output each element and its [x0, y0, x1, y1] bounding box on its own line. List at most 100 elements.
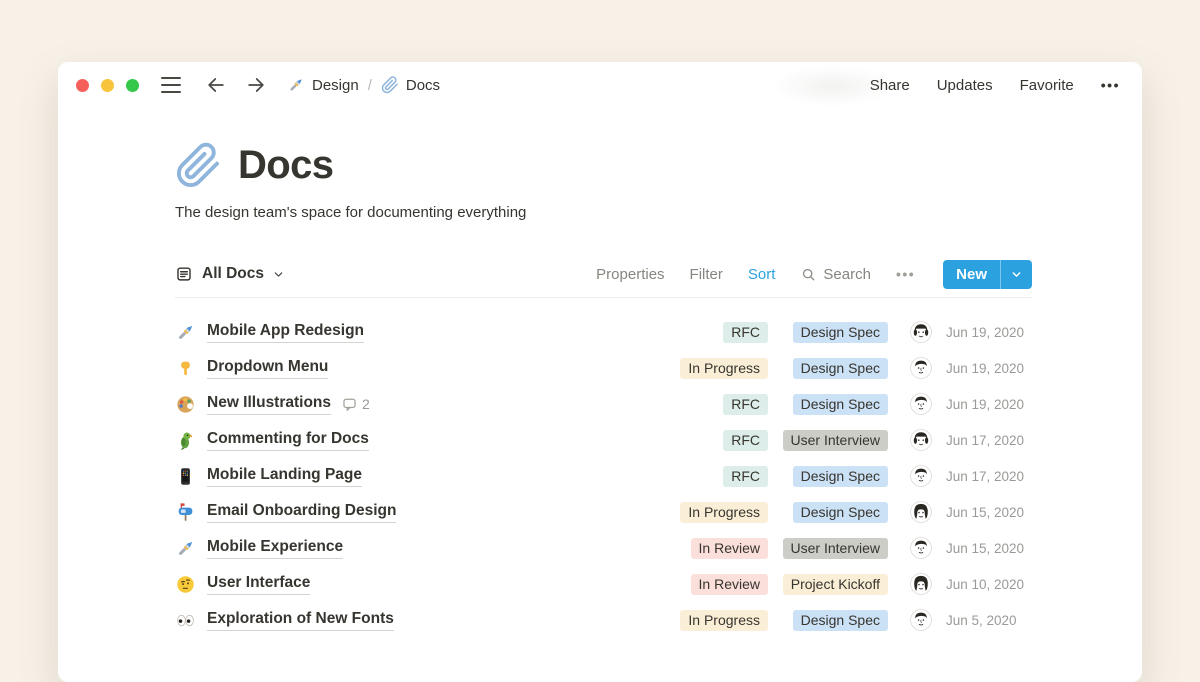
- doc-title-link[interactable]: Dropdown Menu: [207, 358, 328, 379]
- doc-type-cell: Design Spec: [768, 466, 888, 487]
- paperclip-icon: [381, 76, 399, 94]
- row-date: Jun 19, 2020: [946, 397, 1032, 412]
- paintbrush-icon: [287, 76, 305, 94]
- doc-type-cell: Design Spec: [768, 394, 888, 415]
- avatar-woman-headphones: [910, 429, 932, 451]
- status-cell: RFC: [598, 430, 768, 451]
- docs-table: Mobile App Redesign RFC Design Spec Jun 19,…: [175, 298, 1032, 638]
- row-date: Jun 15, 2020: [946, 541, 1032, 556]
- comment-count-value: 2: [362, 396, 370, 412]
- search-button[interactable]: Search: [800, 266, 871, 283]
- status-tag[interactable]: In Progress: [680, 358, 768, 379]
- doc-type-tag[interactable]: Design Spec: [793, 322, 888, 343]
- status-cell: In Progress: [598, 610, 768, 631]
- view-label: All Docs: [202, 265, 264, 283]
- more-options-button[interactable]: •••: [1101, 77, 1120, 93]
- doc-type-tag[interactable]: Design Spec: [793, 394, 888, 415]
- status-tag[interactable]: In Progress: [680, 502, 768, 523]
- search-icon: [800, 266, 817, 283]
- avatar-man: [910, 465, 932, 487]
- status-tag[interactable]: In Progress: [680, 610, 768, 631]
- page-title: Docs: [238, 143, 333, 188]
- status-tag[interactable]: RFC: [723, 322, 768, 343]
- doc-title-link[interactable]: Email Onboarding Design: [207, 502, 396, 523]
- status-tag[interactable]: RFC: [723, 430, 768, 451]
- page-icon-paperclip[interactable]: [175, 142, 222, 189]
- doc-title-link[interactable]: New Illustrations: [207, 394, 331, 415]
- doc-type-tag[interactable]: Project Kickoff: [783, 574, 888, 595]
- doc-type-cell: Design Spec: [768, 322, 888, 343]
- search-label: Search: [823, 266, 871, 283]
- view-toolbar: All Docs Properties Filter Sort Search •…: [175, 259, 1032, 289]
- new-button[interactable]: New: [943, 260, 1032, 289]
- toolbar-more-button[interactable]: •••: [896, 266, 915, 282]
- paintbrush-icon: [175, 538, 196, 559]
- avatar-woman-headphones: [910, 321, 932, 343]
- table-row[interactable]: New Illustrations 2 RFC Design Spec Jun 19, …: [175, 386, 1032, 422]
- page-subtitle: The design team's space for documenting …: [175, 204, 1032, 221]
- status-cell: In Progress: [598, 502, 768, 523]
- doc-type-tag[interactable]: Design Spec: [793, 610, 888, 631]
- doc-type-cell: Design Spec: [768, 358, 888, 379]
- doc-type-cell: Design Spec: [768, 610, 888, 631]
- status-tag[interactable]: RFC: [723, 466, 768, 487]
- comment-count[interactable]: 2: [341, 396, 370, 413]
- table-row[interactable]: Commenting for Docs RFC User Interview Jun …: [175, 422, 1032, 458]
- table-row[interactable]: Mobile Landing PageRFCDesign SpecJun 17,…: [175, 458, 1032, 494]
- breadcrumb: Design / Docs: [287, 76, 440, 94]
- doc-type-tag[interactable]: Design Spec: [793, 358, 888, 379]
- doc-title-link[interactable]: Commenting for Docs: [207, 430, 369, 451]
- new-button-label[interactable]: New: [943, 260, 1000, 289]
- breadcrumb-item-docs[interactable]: Docs: [381, 76, 440, 94]
- filter-button[interactable]: Filter: [690, 266, 723, 283]
- updates-button[interactable]: Updates: [937, 77, 993, 94]
- status-cell: In Review: [598, 538, 768, 559]
- highlight-smudge: [773, 66, 893, 106]
- table-row[interactable]: User InterfaceIn ReviewProject KickoffJu…: [175, 566, 1032, 602]
- face-raised-eyebrow-icon: [175, 574, 196, 595]
- menu-icon[interactable]: [161, 77, 181, 93]
- window-minimize-button[interactable]: [101, 79, 114, 92]
- row-date: Jun 17, 2020: [946, 433, 1032, 448]
- avatar-woman-dark-hair: [910, 573, 932, 595]
- table-row[interactable]: Exploration of New Fonts In Progress Desig…: [175, 602, 1032, 638]
- properties-button[interactable]: Properties: [596, 266, 664, 283]
- back-arrow-icon[interactable]: [205, 74, 227, 96]
- window-zoom-button[interactable]: [126, 79, 139, 92]
- row-date: Jun 5, 2020: [946, 613, 1032, 628]
- breadcrumb-separator: /: [368, 77, 372, 94]
- row-date: Jun 19, 2020: [946, 325, 1032, 340]
- avatar-man: [910, 537, 932, 559]
- forward-arrow-icon[interactable]: [245, 74, 267, 96]
- status-tag[interactable]: In Review: [691, 538, 768, 559]
- table-row[interactable]: Mobile App Redesign RFC Design Spec Jun 19,…: [175, 314, 1032, 350]
- row-date: Jun 15, 2020: [946, 505, 1032, 520]
- table-row[interactable]: Mobile Experience In Review User Interview…: [175, 530, 1032, 566]
- doc-type-cell: User Interview: [768, 538, 888, 559]
- palette-icon: [175, 394, 196, 415]
- status-cell: RFC: [598, 322, 768, 343]
- doc-title-link[interactable]: Mobile App Redesign: [207, 322, 364, 343]
- status-tag[interactable]: In Review: [691, 574, 768, 595]
- doc-title-link[interactable]: Mobile Landing Page: [207, 466, 362, 487]
- sort-button[interactable]: Sort: [748, 266, 776, 283]
- table-row[interactable]: Email Onboarding Design In Progress Design…: [175, 494, 1032, 530]
- status-tag[interactable]: RFC: [723, 394, 768, 415]
- favorite-button[interactable]: Favorite: [1020, 77, 1074, 94]
- doc-title-link[interactable]: Mobile Experience: [207, 538, 343, 559]
- doc-title-link[interactable]: User Interface: [207, 574, 310, 595]
- status-cell: RFC: [598, 466, 768, 487]
- parrot-icon: [175, 430, 196, 451]
- status-cell: RFC: [598, 394, 768, 415]
- doc-type-tag[interactable]: User Interview: [783, 430, 888, 451]
- table-row[interactable]: Dropdown MenuIn ProgressDesign SpecJun 1…: [175, 350, 1032, 386]
- doc-type-tag[interactable]: Design Spec: [793, 502, 888, 523]
- new-button-caret[interactable]: [1001, 260, 1032, 289]
- window-topbar: Design / Docs Share Updates Favorite •••: [58, 62, 1142, 108]
- doc-type-tag[interactable]: Design Spec: [793, 466, 888, 487]
- window-close-button[interactable]: [76, 79, 89, 92]
- doc-type-tag[interactable]: User Interview: [783, 538, 888, 559]
- breadcrumb-item-design[interactable]: Design: [287, 76, 359, 94]
- view-switcher[interactable]: All Docs: [175, 265, 284, 283]
- doc-title-link[interactable]: Exploration of New Fonts: [207, 610, 394, 631]
